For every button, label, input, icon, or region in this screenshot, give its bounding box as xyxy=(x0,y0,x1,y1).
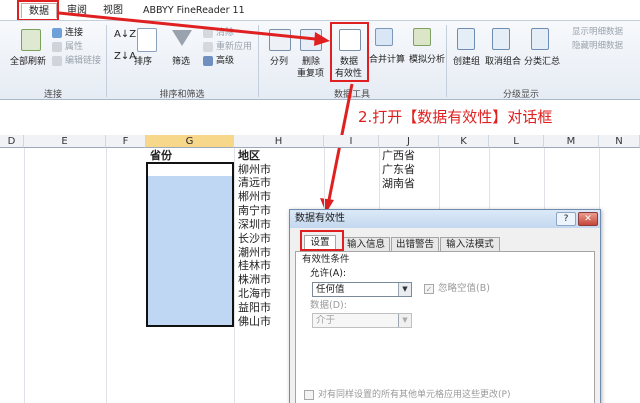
cell-g-header[interactable]: 省份 xyxy=(150,149,172,162)
cell-h-value[interactable]: 株洲市 xyxy=(238,273,271,286)
ignore-blank-label: 忽略空值(B) xyxy=(438,283,490,294)
column-header-g[interactable]: G xyxy=(146,135,234,148)
cell-h-value[interactable]: 深圳市 xyxy=(238,218,271,231)
active-cell[interactable] xyxy=(148,164,232,176)
tab-input-message[interactable]: 输入信息 xyxy=(342,237,390,251)
cell-h-value[interactable]: 清远市 xyxy=(238,176,271,189)
column-header-j[interactable]: J xyxy=(379,135,439,148)
cell-h-value[interactable]: 益阳市 xyxy=(238,301,271,314)
grid-line xyxy=(106,148,107,403)
dialog-title[interactable]: 数据有效性 xyxy=(290,210,600,228)
cell-j-value[interactable]: 广西省 xyxy=(382,149,415,162)
column-header-f[interactable]: F xyxy=(106,135,146,148)
cell-h-value[interactable]: 潮州市 xyxy=(238,246,271,259)
cell-h-value[interactable]: 南宁市 xyxy=(238,204,271,217)
arrow-tab-to-button xyxy=(58,11,326,42)
highlight-box-settings-tab xyxy=(300,230,344,251)
chevron-down-icon: ▼ xyxy=(398,314,411,327)
annotation-text: 2.打开【数据有效性】对话框 xyxy=(358,108,553,126)
allow-select[interactable]: 任何值 ▼ xyxy=(312,282,412,297)
allow-label: 允许(A): xyxy=(310,268,347,279)
cell-h-value[interactable]: 柳州市 xyxy=(238,163,271,176)
apply-all-label: 对有同样设置的所有其他单元格应用这些更改(P) xyxy=(318,390,511,400)
cell-h-value[interactable]: 郴州市 xyxy=(238,190,271,203)
arrowhead-1 xyxy=(314,32,330,46)
column-header-d[interactable]: D xyxy=(0,135,24,148)
cell-h-header[interactable]: 地区 xyxy=(238,149,260,162)
data-select-value: 介于 xyxy=(316,315,336,326)
cell-j-value[interactable]: 广东省 xyxy=(382,163,415,176)
data-select[interactable]: 介于 ▼ xyxy=(312,313,412,328)
grid-line xyxy=(234,148,235,403)
column-header-k[interactable]: K xyxy=(439,135,489,148)
cell-h-value[interactable]: 长沙市 xyxy=(238,232,271,245)
chevron-down-icon: ▼ xyxy=(398,283,411,296)
tab-error-alert[interactable]: 出错警告 xyxy=(391,237,439,251)
column-header-m[interactable]: M xyxy=(544,135,599,148)
close-button[interactable]: ✕ xyxy=(578,212,598,226)
column-header-h[interactable]: H xyxy=(234,135,324,148)
settings-panel: 有效性条件 允许(A): 任何值 ▼ ✓ 忽略空值(B) 数据(D): 介于 ▼… xyxy=(295,251,595,403)
validation-criteria-label: 有效性条件 xyxy=(302,254,350,265)
column-header-i[interactable]: I xyxy=(324,135,379,148)
cell-h-value[interactable]: 佛山市 xyxy=(238,315,271,328)
column-header-e[interactable]: E xyxy=(24,135,106,148)
column-header-l[interactable]: L xyxy=(489,135,544,148)
column-header-n[interactable]: N xyxy=(599,135,640,148)
cell-h-value[interactable]: 桂林市 xyxy=(238,259,271,272)
cell-h-value[interactable]: 北海市 xyxy=(238,287,271,300)
tab-ime-mode[interactable]: 输入法模式 xyxy=(440,237,500,251)
apply-all-checkbox[interactable] xyxy=(304,390,314,400)
selected-range-g[interactable] xyxy=(146,162,234,327)
data-label: 数据(D): xyxy=(310,300,347,311)
dialog-body: 设置 输入信息 出错警告 输入法模式 有效性条件 允许(A): 任何值 ▼ ✓ … xyxy=(290,228,600,403)
grid-line xyxy=(24,148,25,403)
ignore-blank-checkbox[interactable]: ✓ xyxy=(424,284,434,294)
help-button[interactable]: ? xyxy=(556,212,576,226)
screen: { "ribbon_tabs": ["数据", "审阅", "视图", "ABB… xyxy=(0,0,640,403)
allow-select-value: 任何值 xyxy=(316,284,345,295)
cell-j-value[interactable]: 湖南省 xyxy=(382,177,415,190)
